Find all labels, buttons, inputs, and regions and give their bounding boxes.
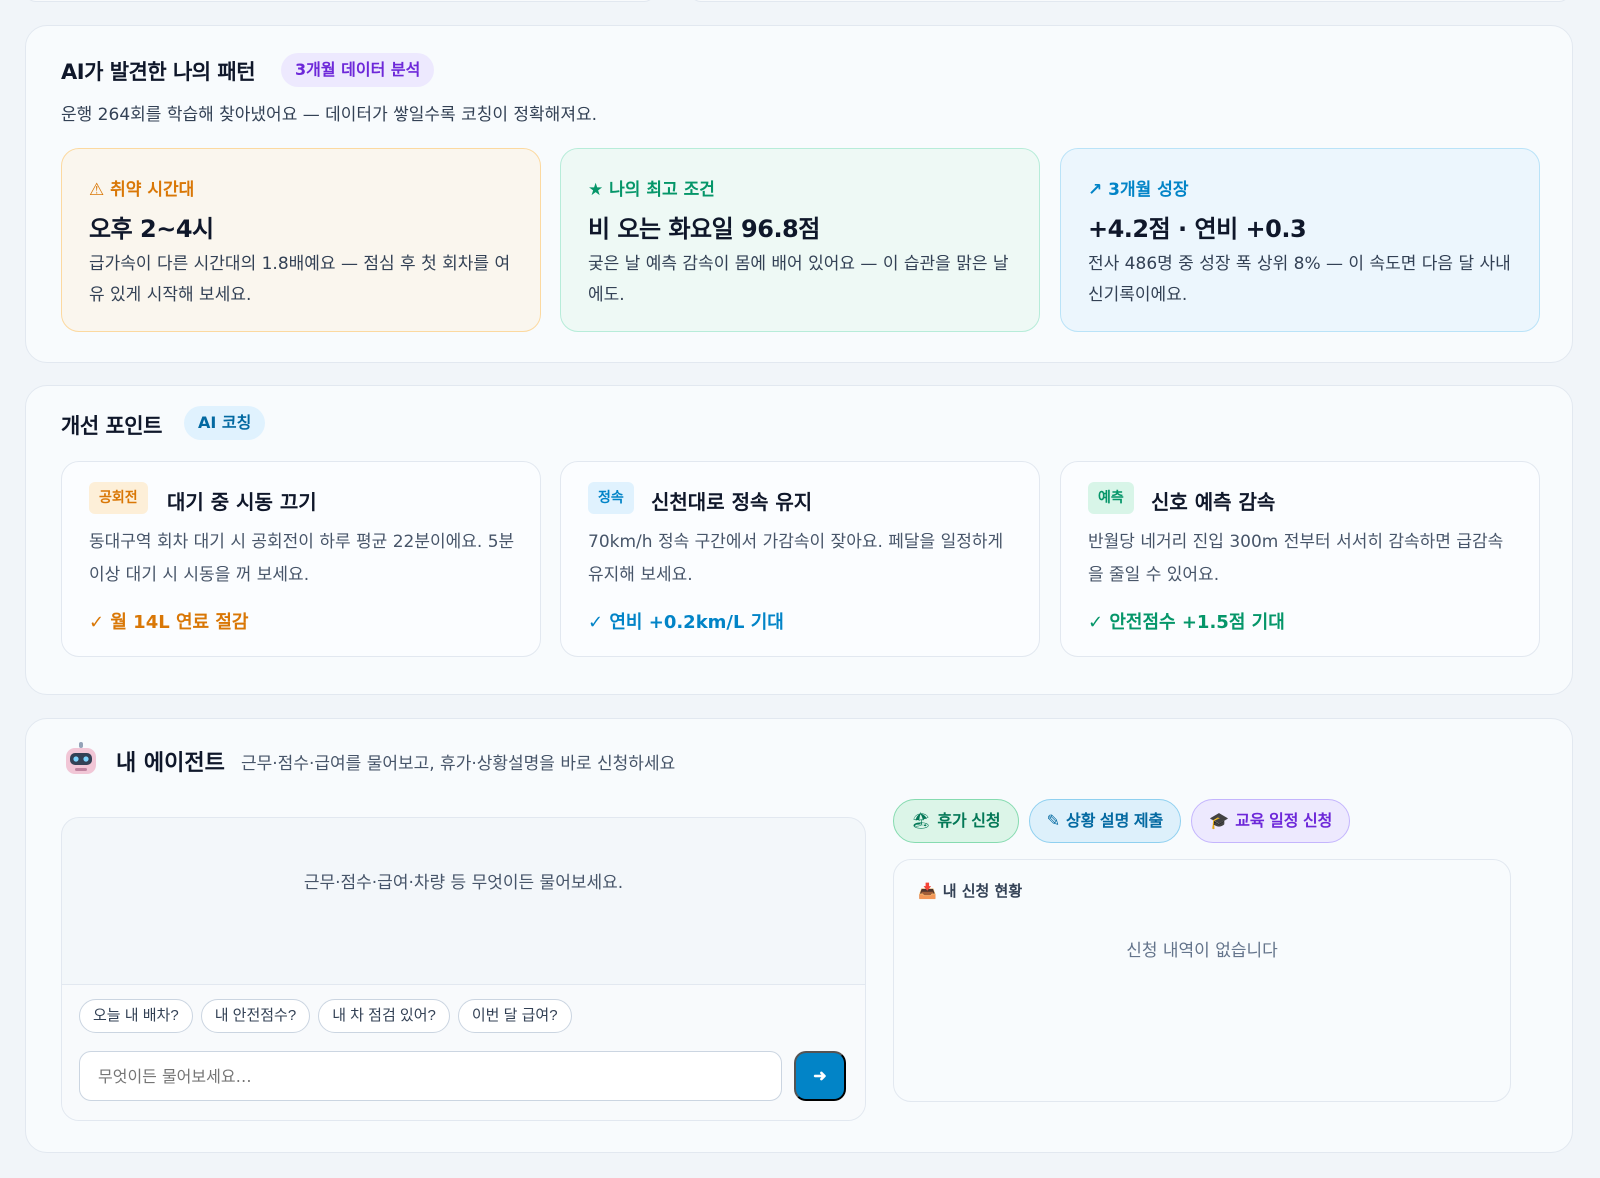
ai-patterns-panel: AI가 발견한 나의 패턴 3개월 데이터 분석 운행 264회를 학습해 찾아… [25,25,1573,363]
patterns-title: AI가 발견한 나의 패턴 [61,60,256,84]
vacation-icon: 🏖 [911,812,932,830]
best-condition-kicker: ★ 나의 최고 조건 [588,180,715,200]
improvement-points-panel: 개선 포인트 AI 코칭 공회전 대기 중 시동 끄기 동대구역 회차 대기 시… [25,385,1573,695]
improvement-title: 개선 포인트 [61,414,162,438]
idle-effect: ✓ 월 14L 연료 절감 [89,612,249,633]
training-request-button[interactable]: 🎓 교육 일정 신청 [1191,799,1351,843]
trend-up-icon: ↗ [1088,180,1103,200]
chat-footer: 오늘 내 배차? 내 안전점수? 내 차 점검 있어? 이번 달 급여? ➜ [62,984,865,1120]
cruise-effect: ✓ 연비 +0.2km/L 기대 [588,612,784,633]
idle-body: 동대구역 회차 대기 시 공회전이 하루 평균 22분이에요. 5분 이상 대기… [89,532,515,585]
signal-effect: ✓ 안전점수 +1.5점 기대 [1088,612,1285,633]
patterns-subtitle: 운행 264회를 학습해 찾아냈어요 — 데이터가 쌓일수록 코칭이 정확해져요… [61,105,598,125]
idle-improvement-card: 공회전 대기 중 시동 끄기 동대구역 회차 대기 시 공회전이 하루 평균 2… [61,461,541,657]
weak-time-kicker: ⚠ 취약 시간대 [89,180,195,200]
weak-time-body: 급가속이 다른 시간대의 1.8배예요 — 점심 후 첫 회차를 여유 있게 시… [89,254,511,305]
signal-body: 반월당 네거리 진입 300m 전부터 서서히 감속하면 급감속을 줄일 수 있… [1088,532,1504,585]
growth-card: ↗ 3개월 성장 +4.2점 · 연비 +0.3 전사 486명 중 성장 폭 … [1060,148,1540,332]
best-condition-headline: 비 오는 화요일 96.8점 [588,215,820,243]
pen-icon: ✎ [1046,812,1061,830]
signal-improvement-card: 예측 신호 예측 감속 반월당 네거리 진입 300m 전부터 서서히 감속하면… [1060,461,1540,657]
chat-empty-message: 근무·점수·급여·차량 등 무엇이든 물어보세요. [303,873,624,893]
ai-coaching-badge: AI 코칭 [184,406,266,440]
suggestion-chip-safety-score[interactable]: 내 안전점수? [200,999,311,1033]
cruise-title: 신천대로 정속 유지 [651,490,813,514]
chat-panel: 근무·점수·급여·차량 등 무엇이든 물어보세요. 오늘 내 배차? 내 안전점… [61,817,866,1121]
vacation-request-button[interactable]: 🏖 휴가 신청 [893,799,1019,843]
previous-panel-edge [25,0,655,2]
star-icon: ★ [588,180,604,200]
send-button[interactable]: ➜ [794,1051,846,1101]
quick-actions: 🏖 휴가 신청 ✎ 상황 설명 제출 🎓 교육 일정 신청 [893,799,1351,843]
agent-title: 내 에이전트 [116,751,225,776]
idle-tag: 공회전 [89,482,148,514]
warning-icon: ⚠ [89,180,105,200]
weak-time-card: ⚠ 취약 시간대 오후 2~4시 급가속이 다른 시간대의 1.8배예요 — 점… [61,148,541,332]
cruise-improvement-card: 정속 신천대로 정속 유지 70km/h 정속 구간에서 가감속이 잦아요. 페… [560,461,1040,657]
inbox-icon: 📥 [918,882,937,900]
cruise-tag: 정속 [588,482,634,514]
signal-title: 신호 예측 감속 [1151,490,1276,514]
suggestion-chips: 오늘 내 배차? 내 안전점수? 내 차 점검 있어? 이번 달 급여? [79,999,572,1033]
cruise-body: 70km/h 정속 구간에서 가감속이 잦아요. 페달을 일정하게 유지해 보세… [588,532,1004,585]
growth-headline: +4.2점 · 연비 +0.3 [1088,215,1307,243]
suggestion-chip-vehicle-check[interactable]: 내 차 점검 있어? [318,999,450,1033]
previous-panel-edge [690,0,1570,2]
request-status-title: 📥 내 신청 현황 [918,882,1023,900]
send-arrow-icon: ➜ [813,1068,827,1085]
growth-body: 전사 486명 중 성장 폭 상위 8% — 이 속도면 다음 달 사내 신기록… [1088,254,1511,305]
growth-kicker: ↗ 3개월 성장 [1088,180,1189,200]
request-status-panel: 📥 내 신청 현황 신청 내역이 없습니다 [893,859,1511,1102]
data-analysis-badge: 3개월 데이터 분석 [281,53,435,87]
idle-title: 대기 중 시동 끄기 [167,490,317,514]
graduation-cap-icon: 🎓 [1209,812,1230,830]
weak-time-headline: 오후 2~4시 [89,215,214,243]
situation-report-button[interactable]: ✎ 상황 설명 제출 [1028,799,1182,843]
suggestion-chip-dispatch[interactable]: 오늘 내 배차? [79,999,193,1033]
suggestion-chip-salary[interactable]: 이번 달 급여? [457,999,572,1033]
best-condition-card: ★ 나의 최고 조건 비 오는 화요일 96.8점 궂은 날 예측 감속이 몸에… [560,148,1040,332]
my-agent-panel: 내 에이전트 근무·점수·급여를 물어보고, 휴가·상황설명을 바로 신청하세요… [25,718,1573,1153]
best-condition-body: 궂은 날 예측 감속이 몸에 배어 있어요 — 이 습관을 맑은 날에도. [588,254,1009,305]
robot-icon [66,742,96,774]
request-status-empty: 신청 내역이 없습니다 [1126,941,1278,961]
agent-subtitle: 근무·점수·급여를 물어보고, 휴가·상황설명을 바로 신청하세요 [241,754,676,774]
signal-tag: 예측 [1088,482,1134,514]
chat-input[interactable] [79,1051,782,1101]
